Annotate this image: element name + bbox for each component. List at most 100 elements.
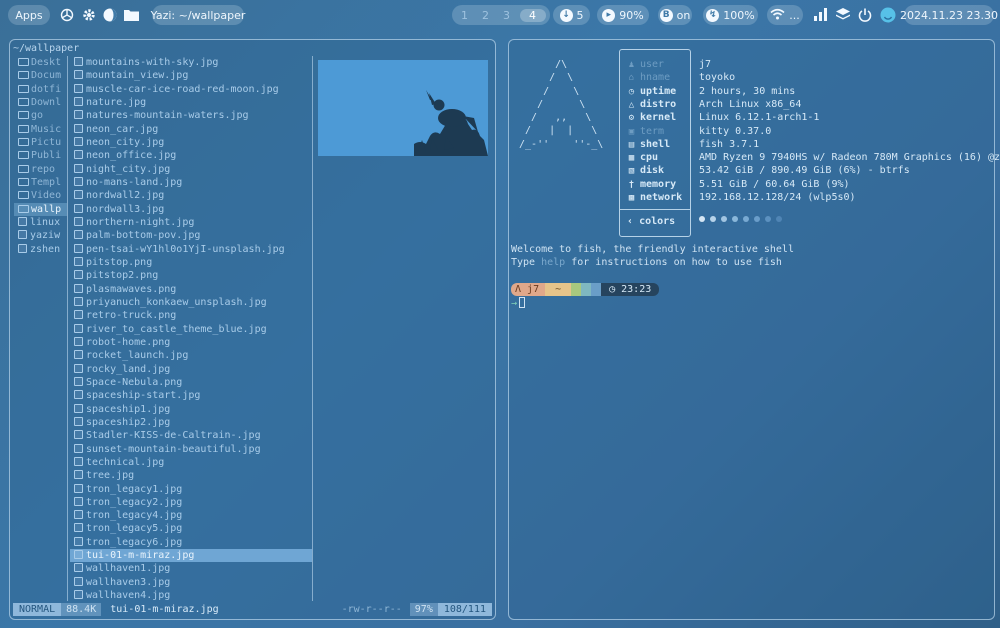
parent-item[interactable]: Deskt — [14, 56, 67, 69]
layers-icon[interactable] — [836, 8, 850, 25]
folder-icon[interactable] — [123, 8, 140, 25]
file-row[interactable]: palm-bottom-pov.jpg — [70, 229, 312, 242]
file-row[interactable]: muscle-car-ice-road-red-moon.jpg — [70, 83, 312, 96]
file-row[interactable]: mountain_view.jpg — [70, 69, 312, 82]
workspace-1[interactable]: 1 — [457, 9, 473, 22]
downloads-indicator[interactable]: ↓ 5 — [553, 5, 590, 25]
parent-item[interactable]: zshen — [14, 243, 67, 256]
parent-item[interactable]: Video — [14, 189, 67, 202]
workspace-2[interactable]: 2 — [478, 9, 494, 22]
parent-item[interactable]: repo — [14, 163, 67, 176]
file-row[interactable]: priyanuch_konkaew_unsplash.jpg — [70, 296, 312, 309]
file-row[interactable]: nordwall2.jpg — [70, 189, 312, 202]
file-row[interactable]: spaceship2.jpg — [70, 416, 312, 429]
fetch-key-disk: ▧ disk — [627, 164, 664, 177]
file-row[interactable]: spaceship1.jpg — [70, 403, 312, 416]
openai-icon[interactable] — [59, 7, 75, 26]
file-name: tron_legacy1.jpg — [86, 483, 183, 495]
arch-ascii-logo: /\ / \ / \ / \ / ,, \ / | | \ /_-'' ''-_… — [519, 59, 604, 150]
file-name: technical.jpg — [86, 456, 165, 468]
file-row[interactable]: tron_legacy5.jpg — [70, 522, 312, 535]
file-row[interactable]: wallhaven4.jpg — [70, 589, 312, 601]
file-row[interactable]: night_city.jpg — [70, 163, 312, 176]
file-row[interactable]: river_to_castle_theme_blue.jpg — [70, 323, 312, 336]
file-row[interactable]: robot-home.png — [70, 336, 312, 349]
file-list-pane[interactable]: mountains-with-sky.jpg mountain_view.jpg m… — [70, 56, 313, 601]
file-row[interactable]: northern-night.jpg — [70, 216, 312, 229]
file-row[interactable]: plasmawaves.png — [70, 283, 312, 296]
kernel-icon: ⚙ — [628, 113, 635, 124]
parent-item[interactable]: Publi — [14, 149, 67, 162]
arch-logo-icon[interactable] — [880, 7, 896, 26]
gear-icon[interactable] — [81, 7, 97, 26]
input-line[interactable]: → — [511, 297, 526, 309]
parent-item[interactable]: yaziw — [14, 229, 67, 242]
parent-item[interactable]: Music — [14, 123, 67, 136]
parent-item[interactable]: dotfi — [14, 83, 67, 96]
image-file-icon — [74, 576, 83, 586]
folder-icon — [18, 151, 29, 160]
file-row[interactable]: sunset-mountain-beautiful.jpg — [70, 443, 312, 456]
hovered-file-name: tui-01-m-miraz.jpg — [110, 604, 219, 615]
file-row[interactable]: technical.jpg — [70, 456, 312, 469]
file-row[interactable]: nordwall3.jpg — [70, 203, 312, 216]
file-row[interactable]: spaceship-start.jpg — [70, 389, 312, 402]
image-file-icon — [74, 83, 83, 93]
volume-indicator[interactable]: ▸ 90% — [597, 5, 649, 25]
yazi-window[interactable]: ~/wallpaper Deskt Docum dotfi Downl go Music P… — [9, 39, 496, 620]
uptime-icon: ◷ — [628, 86, 635, 97]
file-name: palm-bottom-pov.jpg — [86, 230, 201, 242]
terminal-window[interactable]: /\ / \ / \ / \ / ,, \ / | | \ /_-'' ''-_… — [508, 39, 1000, 620]
parent-item[interactable]: Pictu — [14, 136, 67, 149]
signal-bars-icon[interactable] — [814, 8, 828, 24]
file-row[interactable]: tron_legacy6.jpg — [70, 536, 312, 549]
power-icon[interactable] — [858, 8, 872, 25]
file-row[interactable]: pitstop2.png — [70, 269, 312, 282]
fetch-value-hname: toyoko — [699, 72, 736, 84]
file-row[interactable]: Space-Nebula.png — [70, 376, 312, 389]
image-file-icon — [74, 150, 83, 160]
file-row[interactable]: tree.jpg — [70, 469, 312, 482]
file-row[interactable]: tron_legacy4.jpg — [70, 509, 312, 522]
file-row[interactable]: tui-01-m-miraz.jpg — [70, 549, 312, 563]
file-row[interactable]: neon_city.jpg — [70, 136, 312, 149]
parent-item[interactable]: Downl — [14, 96, 67, 109]
file-row[interactable]: rocket_launch.jpg — [70, 349, 312, 362]
file-row[interactable]: pitstop.png — [70, 256, 312, 269]
apps-button[interactable]: Apps — [8, 5, 50, 25]
file-row[interactable]: wallhaven1.jpg — [70, 562, 312, 575]
file-row[interactable]: pen-tsai-wY1hl0o1YjI-unsplash.jpg — [70, 243, 312, 256]
file-row[interactable]: neon_office.jpg — [70, 149, 312, 162]
parent-item[interactable]: Templ — [14, 176, 67, 189]
fetch-key-label: network — [640, 192, 683, 203]
fetch-key-cpu: ▦ cpu — [627, 151, 658, 164]
file-row[interactable]: no-mans-land.jpg — [70, 176, 312, 189]
parent-item-label: yaziw — [30, 230, 61, 242]
file-row[interactable]: mountains-with-sky.jpg — [70, 56, 312, 69]
file-name: river_to_castle_theme_blue.jpg — [86, 323, 267, 335]
file-row[interactable]: nature.jpg — [70, 96, 312, 109]
file-row[interactable]: tron_legacy1.jpg — [70, 483, 312, 496]
parent-item[interactable]: go — [14, 109, 67, 122]
file-row[interactable]: rocky_land.jpg — [70, 363, 312, 376]
bluetooth-indicator[interactable]: B on — [658, 5, 692, 25]
file-row[interactable]: Stadler-KISS-de-Caltrain-.jpg — [70, 429, 312, 442]
parent-item[interactable]: Docum — [14, 69, 67, 82]
workspace-3[interactable]: 3 — [499, 9, 515, 22]
parent-item[interactable]: linux — [14, 216, 67, 229]
battery-indicator[interactable]: ↯ 100% — [703, 5, 758, 25]
file-row[interactable]: wallhaven3.jpg — [70, 576, 312, 589]
workspace-4[interactable]: 4 — [519, 8, 546, 22]
fetch-key-label: shell — [640, 138, 671, 150]
file-name: spaceship-start.jpg — [86, 390, 201, 402]
file-name: plasmawaves.png — [86, 283, 177, 295]
theme-icon[interactable] — [102, 7, 118, 26]
parent-directory-pane[interactable]: Deskt Docum dotfi Downl go Music Pictu Publi rep… — [14, 56, 68, 601]
wifi-indicator[interactable]: ... — [767, 5, 803, 25]
file-row[interactable]: neon_car.jpg — [70, 123, 312, 136]
file-row[interactable]: retro-truck.png — [70, 309, 312, 322]
clock[interactable]: 2024.11.23 23.30 — [900, 5, 998, 25]
parent-item[interactable]: wallp — [14, 202, 67, 216]
file-row[interactable]: tron_legacy2.jpg — [70, 496, 312, 509]
file-row[interactable]: natures-mountain-waters.jpg — [70, 109, 312, 122]
